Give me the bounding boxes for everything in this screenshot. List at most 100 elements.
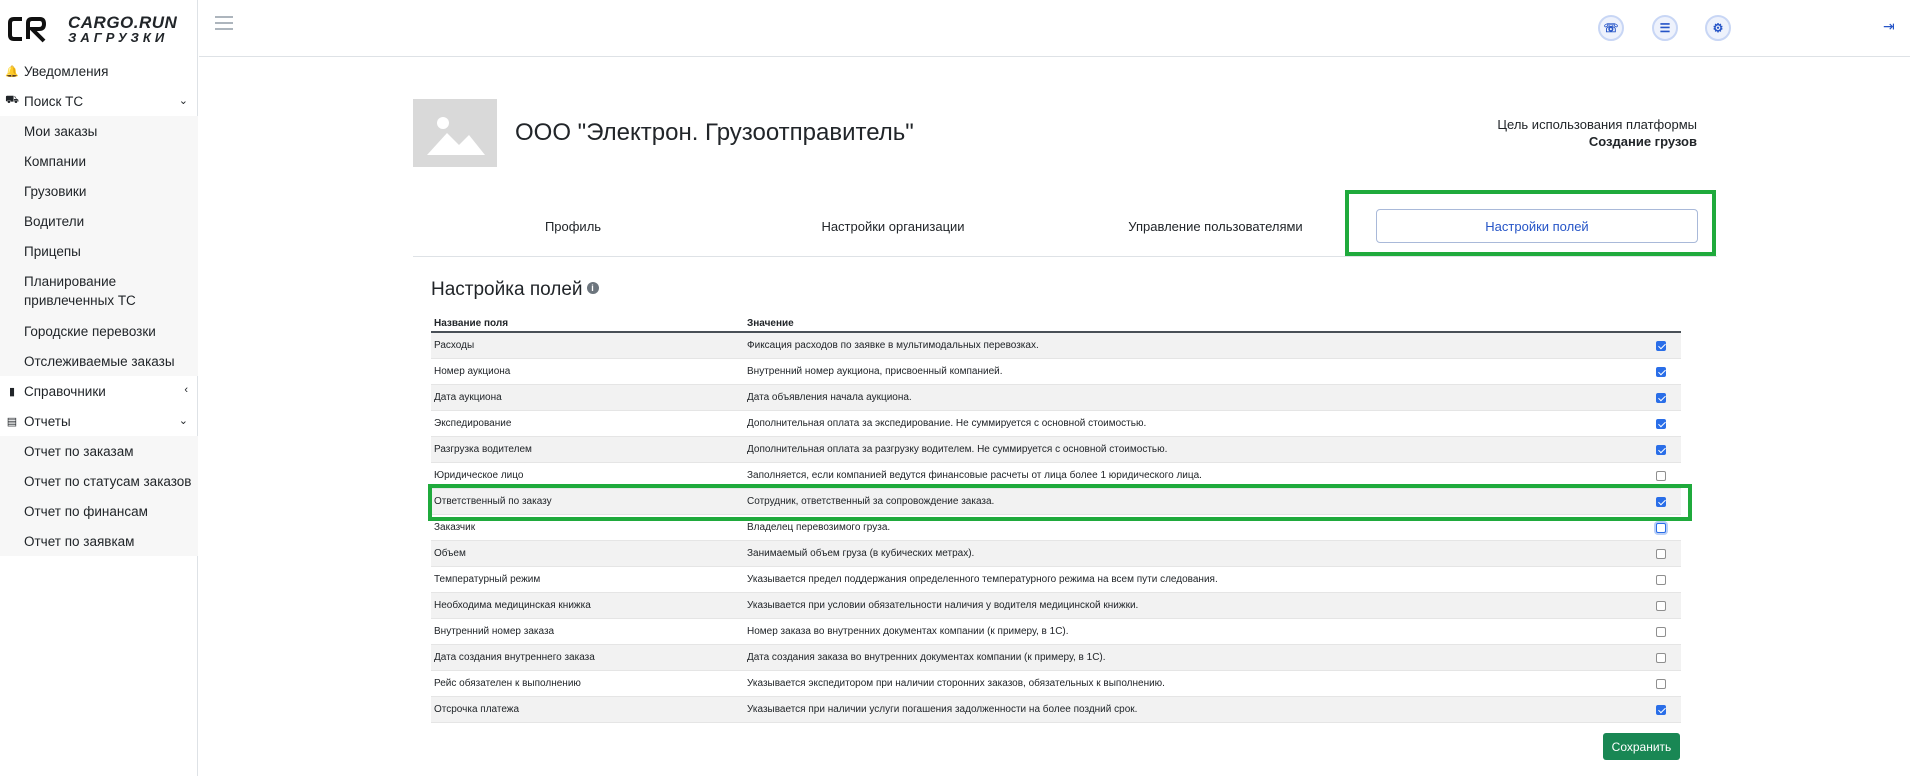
field-description: Владелец перевозимого груза.	[747, 522, 891, 533]
tab-profile[interactable]: Профиль	[413, 209, 733, 243]
sidebar-item-city[interactable]: Городские перевозки	[0, 316, 198, 346]
chevron-left-icon: ‹	[184, 384, 188, 396]
sidebar-item-label: Отчет по финансам	[24, 503, 148, 519]
field-description: Указывается экспедитором при наличии сто…	[747, 678, 1165, 689]
sidebar-item-reports[interactable]: ▤ Отчеты ⌄	[0, 406, 198, 436]
field-toggle	[1641, 366, 1681, 377]
sidebar-item-tracked[interactable]: Отслеживаемые заказы	[0, 346, 198, 376]
sidebar-item-label: Справочники	[24, 383, 106, 399]
field-name: Объем	[434, 548, 466, 559]
sidebar-submenu-search: Мои заказы Компании Грузовики Водители П…	[0, 116, 198, 376]
field-name: Дата создания внутреннего заказа	[434, 652, 595, 663]
logo[interactable]: CARGO.RUN ЗАГРУЗКИ	[8, 10, 198, 50]
logo-line1: CARGO.RUN	[68, 13, 178, 32]
field-name: Экспедирование	[434, 418, 512, 429]
sidebar-item-drivers[interactable]: Водители	[0, 206, 198, 236]
field-checkbox[interactable]	[1656, 392, 1666, 403]
highlight-box-tab	[1345, 190, 1716, 256]
field-description: Номер заказа во внутренних документах ко…	[747, 626, 1069, 637]
sidebar: CARGO.RUN ЗАГРУЗКИ 🔔 Уведомления ⛟ Поиск…	[0, 0, 198, 776]
company-avatar	[413, 99, 497, 167]
sidebar-item-search[interactable]: ⛟ Поиск ТС ⌄	[0, 86, 198, 116]
header-field-name: Название поля	[434, 318, 509, 329]
info-icon[interactable]: i	[586, 282, 599, 294]
table-row: Расходы Фиксация расходов по заявке в мул…	[431, 333, 1681, 359]
field-checkbox[interactable]	[1656, 366, 1666, 377]
field-toggle	[1641, 418, 1681, 429]
report-icon: ▤	[6, 415, 18, 428]
field-checkbox[interactable]	[1656, 704, 1666, 715]
section-title-text: Настройка полей	[431, 279, 583, 300]
sidebar-item-report-statuses[interactable]: Отчет по статусам заказов	[0, 466, 198, 496]
hamburger-menu-icon[interactable]	[215, 16, 233, 30]
sidebar-item-references[interactable]: ▮ Справочники ‹	[0, 376, 198, 406]
sidebar-item-label: Городские перевозки	[24, 323, 156, 339]
sidebar-item-label: Прицепы	[24, 243, 81, 259]
purpose-label: Цель использования платформы	[1497, 117, 1697, 132]
field-name: Юридическое лицо	[434, 470, 524, 481]
table-row: Отсрочка платежа Указывается при наличии …	[431, 697, 1681, 723]
sidebar-item-label: Отчет по заявкам	[24, 533, 135, 549]
field-checkbox[interactable]	[1656, 340, 1666, 351]
sidebar-item-trailers[interactable]: Прицепы	[0, 236, 198, 266]
user-settings-icon[interactable]: ⚙	[1705, 15, 1731, 41]
tab-user-management[interactable]: Управление пользователями	[1053, 209, 1378, 243]
table-header: Название поля Значение	[431, 316, 1681, 333]
field-description: Дополнительная оплата за экспедирование.…	[747, 418, 1147, 429]
field-checkbox[interactable]	[1656, 600, 1666, 611]
field-toggle	[1641, 340, 1681, 351]
sidebar-item-label: Компании	[24, 153, 87, 169]
field-name: Разгрузка водителем	[434, 444, 532, 455]
sidebar-item-label: Грузовики	[24, 183, 87, 199]
sidebar-nav: 🔔 Уведомления ⛟ Поиск ТС ⌄ Мои заказы Ко…	[0, 56, 198, 556]
field-checkbox[interactable]	[1656, 652, 1666, 663]
field-checkbox[interactable]	[1656, 522, 1666, 533]
field-name: Необходима медицинская книжка	[434, 600, 591, 611]
sidebar-item-notifications[interactable]: 🔔 Уведомления	[0, 56, 198, 86]
list-icon[interactable]: ☰	[1652, 15, 1678, 41]
field-checkbox[interactable]	[1656, 548, 1666, 559]
sidebar-item-label: Планирование привлеченных ТС	[24, 274, 136, 308]
table-row: Температурный режим Указывается предел по…	[431, 567, 1681, 593]
section-title: Настройка полей i	[431, 279, 599, 301]
sidebar-item-trucks[interactable]: Грузовики	[0, 176, 198, 206]
field-checkbox[interactable]	[1656, 574, 1666, 585]
field-description: Заполняется, если компанией ведутся фина…	[747, 470, 1202, 481]
field-name: Температурный режим	[434, 574, 541, 585]
field-checkbox[interactable]	[1656, 626, 1666, 637]
field-toggle	[1641, 522, 1681, 533]
field-checkbox[interactable]	[1656, 678, 1666, 689]
sidebar-item-label: Отчет по статусам заказов	[24, 473, 192, 489]
sidebar-item-my-orders[interactable]: Мои заказы	[0, 116, 198, 146]
field-name: Отсрочка платежа	[434, 704, 520, 715]
field-description: Дата объявления начала аукциона.	[747, 392, 912, 403]
logout-icon[interactable]: ⇥	[1883, 18, 1895, 35]
field-checkbox[interactable]	[1656, 470, 1666, 481]
table-row: Номер аукциона Внутренний номер аукциона,…	[431, 359, 1681, 385]
field-checkbox[interactable]	[1656, 418, 1666, 429]
field-name: Рейс обязателен к выполнению	[434, 678, 581, 689]
sidebar-item-label: Отслеживаемые заказы	[24, 353, 175, 369]
table-row: Дата создания внутреннего заказа Дата соз…	[431, 645, 1681, 671]
field-checkbox[interactable]	[1656, 444, 1666, 455]
chevron-down-icon: ⌄	[178, 415, 188, 427]
support-icon[interactable]: ☏	[1598, 15, 1624, 41]
tabs-divider	[413, 256, 1717, 257]
field-name: Номер аукциона	[434, 366, 511, 377]
sidebar-item-report-requests[interactable]: Отчет по заявкам	[0, 526, 198, 556]
sidebar-item-label: Отчет по заказам	[24, 443, 134, 459]
sidebar-item-report-finance[interactable]: Отчет по финансам	[0, 496, 198, 526]
field-name: Дата аукциона	[434, 392, 502, 403]
sidebar-item-companies[interactable]: Компании	[0, 146, 198, 176]
table-row: Экспедирование Дополнительная оплата за э…	[431, 411, 1681, 437]
highlight-box-row	[428, 484, 1692, 521]
table-row: Внутренний номер заказа Номер заказа во в…	[431, 619, 1681, 645]
sidebar-item-report-orders[interactable]: Отчет по заказам	[0, 436, 198, 466]
tab-organization-settings[interactable]: Настройки организации	[733, 209, 1053, 243]
field-toggle	[1641, 652, 1681, 663]
table-row: Дата аукциона Дата объявления начала аукц…	[431, 385, 1681, 411]
field-toggle	[1641, 678, 1681, 689]
sidebar-item-planning[interactable]: Планирование привлеченных ТС	[0, 266, 198, 316]
field-toggle	[1641, 704, 1681, 715]
save-button[interactable]: Сохранить	[1603, 733, 1680, 760]
